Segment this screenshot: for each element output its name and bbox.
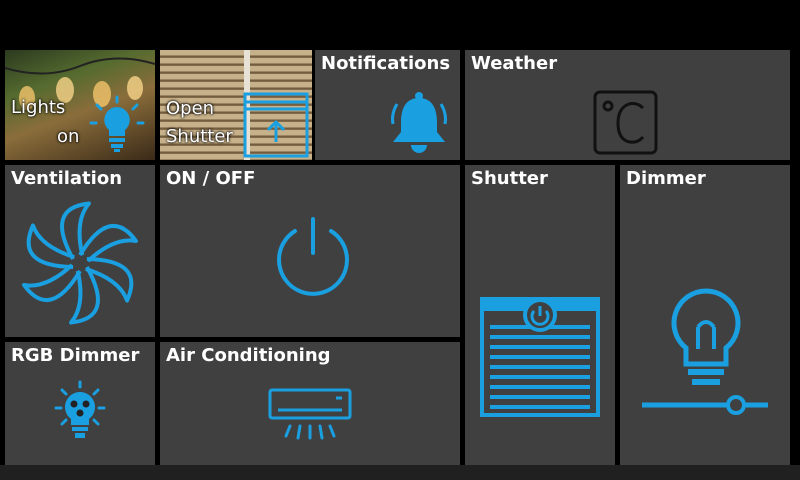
bottom-bar	[0, 465, 800, 480]
air-conditioner-icon	[268, 388, 352, 440]
shutter-up-icon	[243, 92, 309, 158]
ventilation-label: Ventilation	[11, 168, 123, 189]
rgb-dimmer-label: RGB Dimmer	[11, 345, 140, 366]
lights-label-line1: Lights	[11, 97, 66, 118]
dimmer-tile[interactable]: Dimmer	[620, 165, 790, 465]
lights-tile[interactable]: Lights on	[5, 50, 155, 160]
dimmer-label: Dimmer	[626, 168, 706, 189]
power-icon	[277, 217, 349, 296]
bell-icon	[391, 92, 447, 153]
fan-icon	[22, 201, 138, 325]
air-conditioning-tile[interactable]: Air Conditioning	[160, 342, 460, 465]
dimmer-slider[interactable]	[640, 393, 770, 417]
shutter-tile[interactable]: Shutter	[465, 165, 615, 465]
notifications-label: Notifications	[321, 53, 451, 74]
air-conditioning-label: Air Conditioning	[166, 345, 331, 366]
celsius-icon	[593, 90, 658, 155]
weather-tile[interactable]: Weather	[465, 50, 790, 160]
ventilation-tile[interactable]: Ventilation	[5, 165, 155, 337]
open-shutter-label-line1: Open	[166, 98, 215, 119]
notifications-tile[interactable]: Notifications	[315, 50, 460, 160]
dimmer-bulb-icon	[671, 288, 741, 385]
open-shutter-label-line2: Shutter	[166, 126, 233, 147]
on-off-label: ON / OFF	[166, 168, 256, 189]
shutter-label: Shutter	[471, 168, 548, 189]
on-off-tile[interactable]: ON / OFF	[160, 165, 460, 337]
top-bar	[0, 0, 800, 50]
open-shutter-tile[interactable]: Open Shutter	[160, 50, 312, 160]
rgb-dimmer-tile[interactable]: RGB Dimmer	[5, 342, 155, 465]
shutter-icon	[480, 297, 600, 417]
weather-label: Weather	[471, 53, 558, 74]
rgb-bulb-icon	[54, 380, 106, 438]
lightbulb-icon	[89, 95, 145, 152]
lights-label-line2: on	[57, 126, 80, 147]
